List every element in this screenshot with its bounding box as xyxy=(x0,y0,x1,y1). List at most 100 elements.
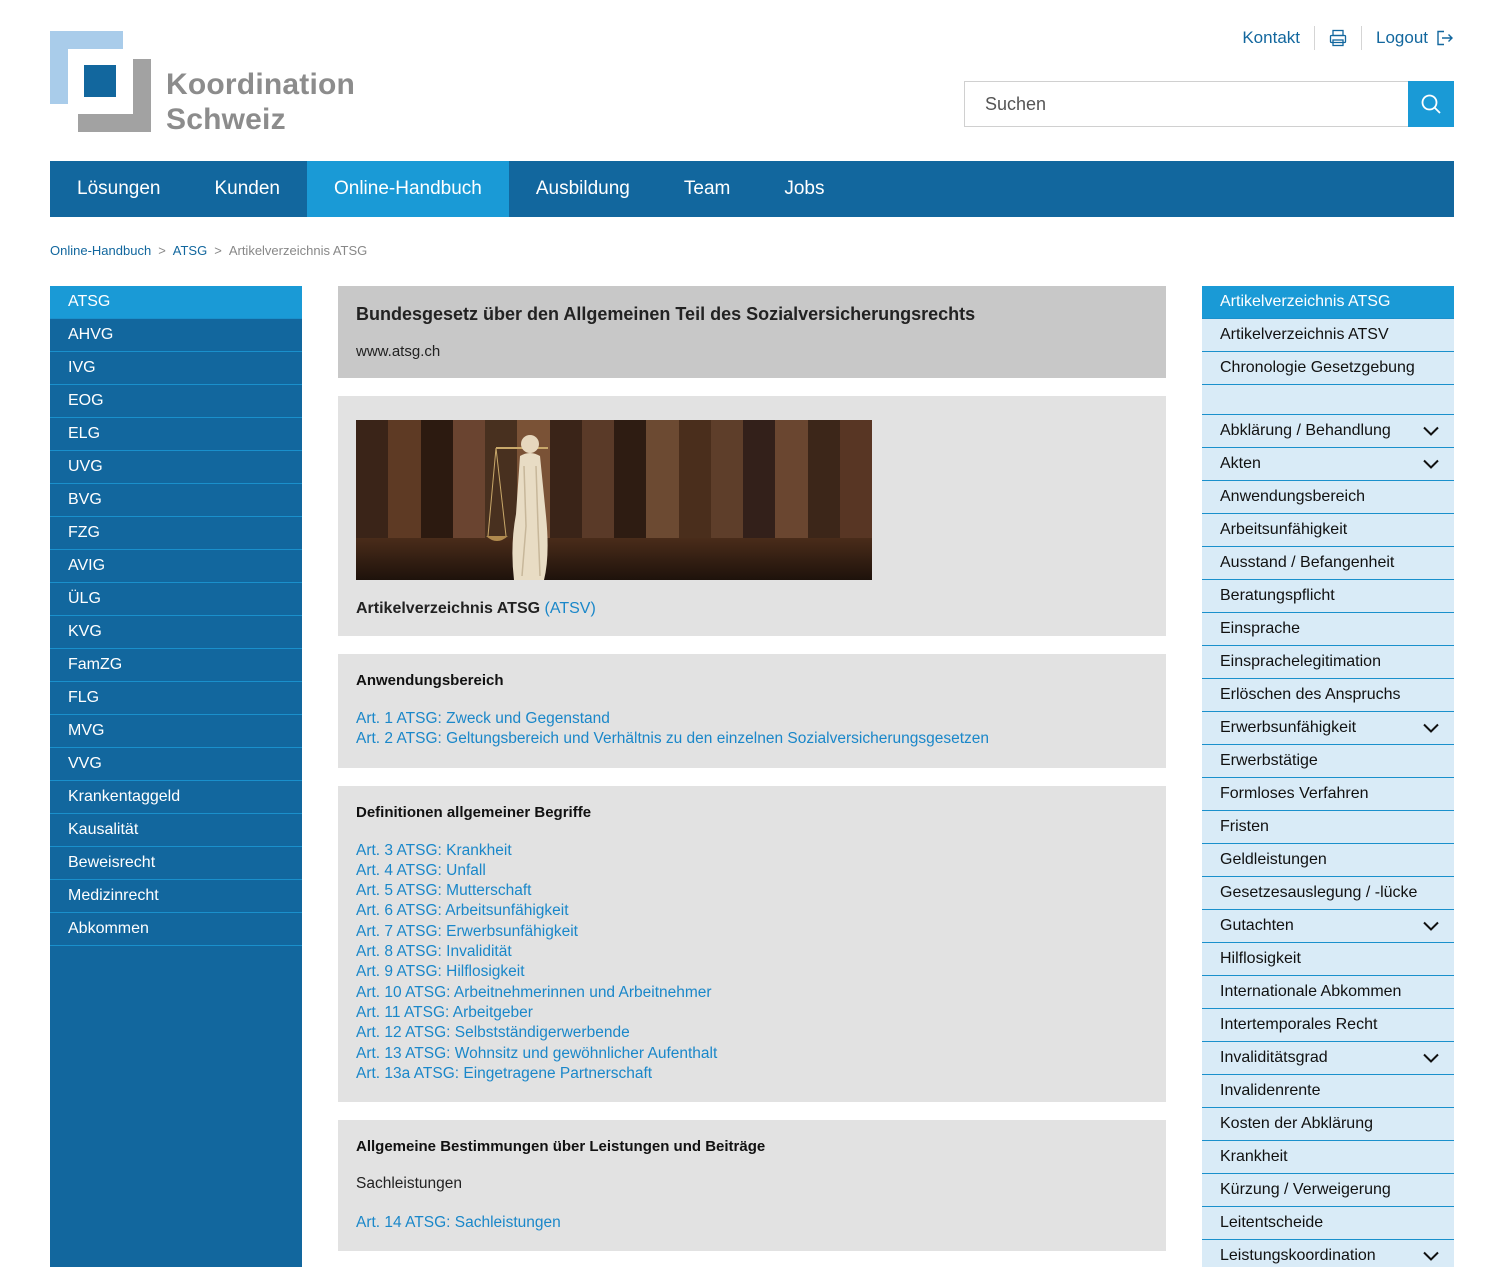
law-item-avig[interactable]: AVIG xyxy=(50,550,302,583)
topic-item-gesetzesauslegung-luecke[interactable]: Gesetzesauslegung / -lücke xyxy=(1202,877,1454,910)
topic-item-abklaerung-behandlung[interactable]: Abklärung / Behandlung xyxy=(1202,415,1454,448)
chevron-down-icon[interactable] xyxy=(1422,1247,1440,1265)
search-button[interactable] xyxy=(1408,81,1454,127)
law-item-vvg[interactable]: VVG xyxy=(50,748,302,781)
topic-item-label: Ausstand / Befangenheit xyxy=(1220,554,1395,571)
sidebar-spacer xyxy=(1202,385,1454,415)
contact-link[interactable]: Kontakt xyxy=(1242,28,1300,48)
topic-item-label: Kürzung / Verweigerung xyxy=(1220,1181,1391,1198)
breadcrumb: Online-Handbuch > ATSG > Artikelverzeich… xyxy=(50,243,367,258)
chevron-down-icon[interactable] xyxy=(1422,917,1440,935)
topic-item-leitentscheide[interactable]: Leitentscheide xyxy=(1202,1207,1454,1240)
breadcrumb-link-handbook[interactable]: Online-Handbuch xyxy=(50,243,151,258)
nav-item-ausbildung[interactable]: Ausbildung xyxy=(509,161,657,217)
law-item-atsg[interactable]: ATSG xyxy=(50,286,302,319)
law-item-kvg[interactable]: KVG xyxy=(50,616,302,649)
article-link[interactable]: Art. 9 ATSG: Hilflosigkeit xyxy=(356,962,1148,982)
topic-item-erloeschen-des-anspruchs[interactable]: Erlöschen des Anspruchs xyxy=(1202,679,1454,712)
law-item-kausalitaet[interactable]: Kausalität xyxy=(50,814,302,847)
topic-item-erwerbstaetige[interactable]: Erwerbstätige xyxy=(1202,745,1454,778)
chevron-down-icon[interactable] xyxy=(1422,1049,1440,1067)
index-item-artikelverzeichnis-atsg[interactable]: Artikelverzeichnis ATSG xyxy=(1202,286,1454,319)
site-logo[interactable]: Koordination Schweiz xyxy=(50,31,360,136)
law-item-ivg[interactable]: IVG xyxy=(50,352,302,385)
topic-item-leistungskoordination[interactable]: Leistungskoordination xyxy=(1202,1240,1454,1267)
shelf-graphic xyxy=(356,538,872,580)
nav-item-jobs[interactable]: Jobs xyxy=(757,161,851,217)
article-link[interactable]: Art. 6 ATSG: Arbeitsunfähigkeit xyxy=(356,901,1148,921)
topic-item-kuerzung-verweigerung[interactable]: Kürzung / Verweigerung xyxy=(1202,1174,1454,1207)
law-item-uvg[interactable]: UVG xyxy=(50,451,302,484)
topic-item-label: Beratungspflicht xyxy=(1220,587,1335,604)
topic-item-label: Abklärung / Behandlung xyxy=(1220,422,1391,439)
article-link[interactable]: Art. 2 ATSG: Geltungsbereich und Verhält… xyxy=(356,729,1148,749)
law-item-elg[interactable]: ELG xyxy=(50,418,302,451)
article-link[interactable]: Art. 7 ATSG: Erwerbsunfähigkeit xyxy=(356,922,1148,942)
topic-item-invalidenrente[interactable]: Invalidenrente xyxy=(1202,1075,1454,1108)
law-item-ahvg[interactable]: AHVG xyxy=(50,319,302,352)
topic-item-erwerbsunfaehigkeit[interactable]: Erwerbsunfähigkeit xyxy=(1202,712,1454,745)
topic-item-label: Formloses Verfahren xyxy=(1220,785,1369,802)
nav-item-loesungen[interactable]: Lösungen xyxy=(50,161,187,217)
law-item-abkommen[interactable]: Abkommen xyxy=(50,913,302,946)
index-item-artikelverzeichnis-atsv[interactable]: Artikelverzeichnis ATSV xyxy=(1202,319,1454,352)
topic-item-gutachten[interactable]: Gutachten xyxy=(1202,910,1454,943)
law-item-flg[interactable]: FLG xyxy=(50,682,302,715)
topic-item-anwendungsbereich[interactable]: Anwendungsbereich xyxy=(1202,481,1454,514)
article-link[interactable]: Art. 10 ATSG: Arbeitnehmerinnen und Arbe… xyxy=(356,983,1148,1003)
topic-item-einsprachelegitimation[interactable]: Einsprachelegitimation xyxy=(1202,646,1454,679)
topic-item-beratungspflicht[interactable]: Beratungspflicht xyxy=(1202,580,1454,613)
topic-item-ausstand-befangenheit[interactable]: Ausstand / Befangenheit xyxy=(1202,547,1454,580)
logout-link[interactable]: Logout xyxy=(1376,28,1454,48)
topic-item-label: Gutachten xyxy=(1220,917,1294,934)
search-input[interactable] xyxy=(964,81,1408,127)
article-link[interactable]: Art. 4 ATSG: Unfall xyxy=(356,861,1148,881)
chevron-down-icon[interactable] xyxy=(1422,719,1440,737)
nav-item-online-handbuch[interactable]: Online-Handbuch xyxy=(306,161,509,217)
law-item-eog[interactable]: EOG xyxy=(50,385,302,418)
law-item-bvg[interactable]: BVG xyxy=(50,484,302,517)
law-item-famzg[interactable]: FamZG xyxy=(50,649,302,682)
topic-item-invaliditaetsgrad[interactable]: Invaliditätsgrad xyxy=(1202,1042,1454,1075)
article-link[interactable]: Art. 8 ATSG: Invalidität xyxy=(356,942,1148,962)
atsv-link[interactable]: (ATSV) xyxy=(545,600,596,617)
index-item-chronologie-gesetzgebung[interactable]: Chronologie Gesetzgebung xyxy=(1202,352,1454,385)
nav-item-team[interactable]: Team xyxy=(657,161,757,217)
topic-item-label: Anwendungsbereich xyxy=(1220,488,1365,505)
law-item-mvg[interactable]: MVG xyxy=(50,715,302,748)
topic-item-internationale-abkommen[interactable]: Internationale Abkommen xyxy=(1202,976,1454,1009)
chevron-down-icon[interactable] xyxy=(1422,422,1440,440)
topic-item-geldleistungen[interactable]: Geldleistungen xyxy=(1202,844,1454,877)
law-item-uelg[interactable]: ÜLG xyxy=(50,583,302,616)
topic-item-kosten-der-abklaerung[interactable]: Kosten der Abklärung xyxy=(1202,1108,1454,1141)
topic-item-arbeitsunfaehigkeit[interactable]: Arbeitsunfähigkeit xyxy=(1202,514,1454,547)
article-link[interactable]: Art. 12 ATSG: Selbstständigerwerbende xyxy=(356,1023,1148,1043)
divider xyxy=(1314,26,1315,50)
chevron-down-icon[interactable] xyxy=(1422,455,1440,473)
breadcrumb-link-atsg[interactable]: ATSG xyxy=(173,243,207,258)
topic-item-formloses-verfahren[interactable]: Formloses Verfahren xyxy=(1202,778,1454,811)
logo-text: Koordination Schweiz xyxy=(166,67,355,137)
topic-item-intertemporales-recht[interactable]: Intertemporales Recht xyxy=(1202,1009,1454,1042)
print-icon[interactable] xyxy=(1329,29,1347,47)
law-item-beweisrecht[interactable]: Beweisrecht xyxy=(50,847,302,880)
nav-item-kunden[interactable]: Kunden xyxy=(187,161,307,217)
article-link[interactable]: Art. 14 ATSG: Sachleistungen xyxy=(356,1213,1148,1233)
article-link[interactable]: Art. 11 ATSG: Arbeitgeber xyxy=(356,1003,1148,1023)
law-item-fzg[interactable]: FZG xyxy=(50,517,302,550)
article-link[interactable]: Art. 3 ATSG: Krankheit xyxy=(356,841,1148,861)
topic-item-label: Akten xyxy=(1220,455,1261,472)
topic-item-krankheit[interactable]: Krankheit xyxy=(1202,1141,1454,1174)
article-link[interactable]: Art. 5 ATSG: Mutterschaft xyxy=(356,881,1148,901)
law-url: www.atsg.ch xyxy=(356,343,441,360)
topic-item-fristen[interactable]: Fristen xyxy=(1202,811,1454,844)
law-item-krankentaggeld[interactable]: Krankentaggeld xyxy=(50,781,302,814)
topic-item-einsprache[interactable]: Einsprache xyxy=(1202,613,1454,646)
article-link[interactable]: Art. 13a ATSG: Eingetragene Partnerschaf… xyxy=(356,1064,1148,1084)
topic-item-akten[interactable]: Akten xyxy=(1202,448,1454,481)
article-link[interactable]: Art. 13 ATSG: Wohnsitz und gewöhnlicher … xyxy=(356,1044,1148,1064)
topic-item-hilflosigkeit[interactable]: Hilflosigkeit xyxy=(1202,943,1454,976)
topic-item-label: Erwerbsunfähigkeit xyxy=(1220,719,1357,736)
article-link[interactable]: Art. 1 ATSG: Zweck und Gegenstand xyxy=(356,709,1148,729)
law-item-medizinrecht[interactable]: Medizinrecht xyxy=(50,880,302,913)
